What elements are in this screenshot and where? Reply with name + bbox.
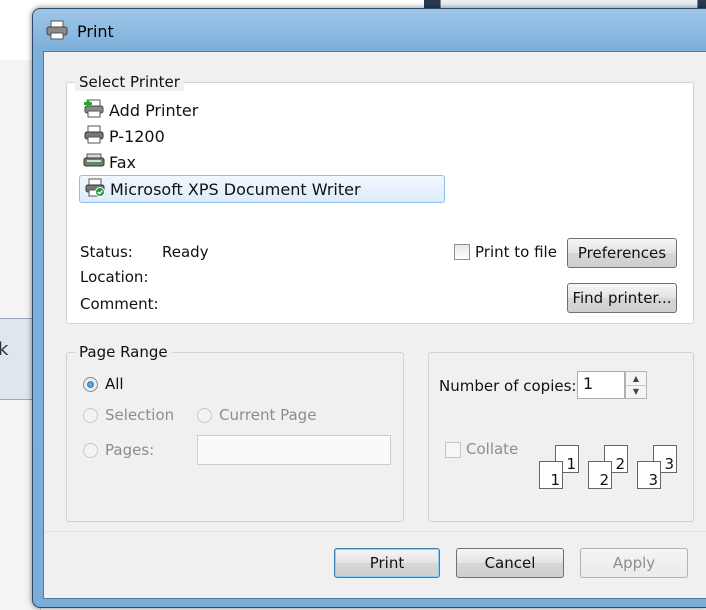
pages-input[interactable] bbox=[197, 435, 391, 465]
location-label: Location: bbox=[80, 268, 149, 286]
print-to-file-label: Print to file bbox=[475, 243, 557, 261]
background-glyph: k bbox=[0, 339, 9, 360]
status-value: Ready bbox=[162, 243, 209, 261]
status-label: Status: bbox=[80, 243, 133, 261]
collate-page-icon: 1 bbox=[539, 461, 563, 489]
add-printer-icon bbox=[83, 98, 105, 122]
printer-item-p-1200[interactable]: P-1200 bbox=[79, 123, 459, 149]
printer-name: P-1200 bbox=[109, 126, 165, 146]
fax-icon bbox=[83, 150, 105, 174]
preferences-button[interactable]: Preferences bbox=[567, 238, 677, 268]
collate-page-icon: 3 bbox=[637, 461, 661, 489]
printer-item-add-printer[interactable]: Add Printer bbox=[79, 97, 459, 123]
print-dialog: Print Select Printer Add Printer P-1200 … bbox=[32, 8, 706, 608]
print-button[interactable]: Print bbox=[334, 548, 440, 578]
title-bar[interactable]: Print bbox=[33, 9, 706, 47]
printer-list: Add Printer P-1200 Fax Microsoft XPS Doc… bbox=[79, 97, 459, 203]
select-printer-label: Select Printer bbox=[75, 73, 184, 91]
dialog-title: Print bbox=[77, 22, 114, 41]
apply-button[interactable]: Apply bbox=[580, 548, 688, 578]
printer-item-xps-writer[interactable]: Microsoft XPS Document Writer bbox=[79, 175, 445, 203]
collate-illustration: 1 1 2 2 3 3 bbox=[535, 443, 687, 499]
select-printer-group: Select Printer Add Printer P-1200 Fax Mi… bbox=[66, 73, 694, 324]
current-page-label: Current Page bbox=[219, 406, 317, 424]
collate-label: Collate bbox=[466, 440, 519, 458]
number-of-copies-label: Number of copies: bbox=[439, 377, 577, 395]
printer-name: Fax bbox=[109, 152, 137, 172]
all-label: All bbox=[105, 375, 124, 393]
page-range-group: Page Range All Selection Current Page Pa… bbox=[66, 343, 404, 522]
dialog-client-area: Select Printer Add Printer P-1200 Fax Mi… bbox=[43, 51, 706, 599]
printer-title-icon bbox=[45, 20, 69, 44]
collate-checkbox[interactable] bbox=[445, 442, 461, 458]
printer-name: Add Printer bbox=[109, 100, 199, 120]
number-of-copies-input[interactable]: 1 bbox=[577, 371, 625, 399]
pages-radio[interactable] bbox=[83, 443, 98, 458]
find-printer-button[interactable]: Find printer... bbox=[567, 283, 677, 313]
selection-radio[interactable] bbox=[83, 408, 98, 423]
printer-icon bbox=[83, 124, 105, 148]
cancel-button[interactable]: Cancel bbox=[456, 548, 564, 578]
current-page-radio[interactable] bbox=[197, 408, 212, 423]
spin-down-icon[interactable]: ▼ bbox=[626, 385, 646, 398]
printer-item-fax[interactable]: Fax bbox=[79, 149, 459, 175]
copies-group: Number of copies: 1 ▲ ▼ Collate 1 1 2 2 … bbox=[428, 352, 694, 522]
collate-page-icon: 2 bbox=[588, 461, 612, 489]
page-range-label: Page Range bbox=[75, 343, 172, 361]
dialog-footer: Print Cancel Apply bbox=[44, 531, 706, 598]
print-to-file-checkbox[interactable] bbox=[454, 244, 470, 260]
comment-label: Comment: bbox=[80, 295, 159, 313]
printer-name: Microsoft XPS Document Writer bbox=[110, 179, 361, 199]
pages-label: Pages: bbox=[105, 441, 155, 459]
all-radio[interactable] bbox=[83, 377, 98, 392]
spin-up-icon[interactable]: ▲ bbox=[626, 372, 646, 386]
selection-label: Selection bbox=[105, 406, 175, 424]
copies-spinner[interactable]: ▲ ▼ bbox=[625, 371, 647, 399]
xps-printer-icon bbox=[84, 177, 106, 201]
